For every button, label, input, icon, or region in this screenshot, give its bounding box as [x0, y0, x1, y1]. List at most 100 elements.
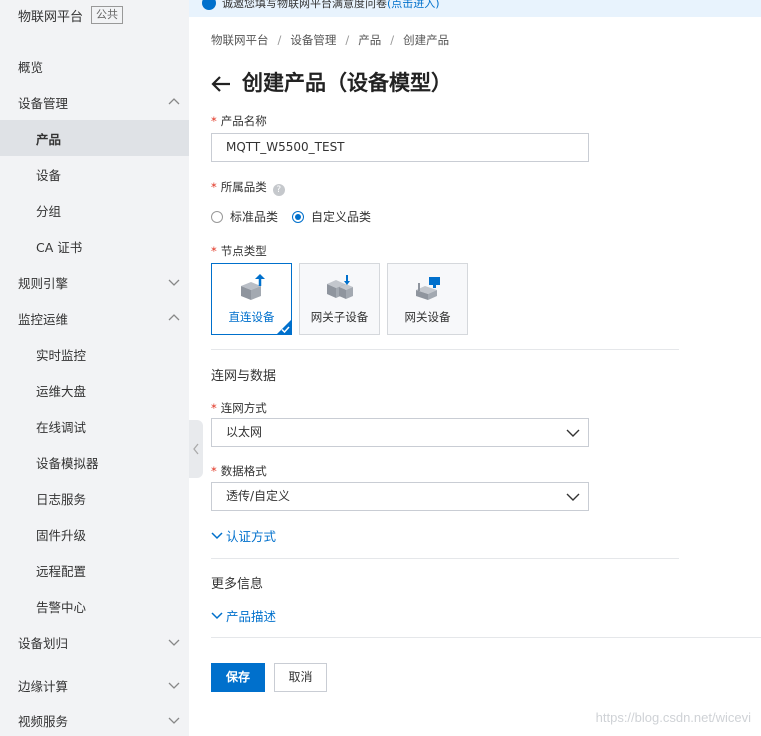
- back-arrow-icon[interactable]: [211, 75, 231, 93]
- sidebar-item-ops-dashboard[interactable]: 运维大盘: [0, 372, 189, 408]
- chevron-down-icon: [168, 682, 180, 689]
- category-label: * 所属品类?: [211, 179, 285, 196]
- label-text: 产品名称: [220, 114, 267, 128]
- platform-tag[interactable]: 公共: [91, 6, 124, 24]
- cancel-button[interactable]: 取消: [274, 663, 327, 692]
- platform-title: 物联网平台: [18, 9, 84, 25]
- sidebar-item-label: 实时监控: [36, 347, 87, 363]
- sidebar-item-label: 日志服务: [36, 491, 87, 507]
- direct-device-icon: [241, 274, 265, 300]
- sidebar-item-video-service[interactable]: 视频服务: [0, 702, 189, 736]
- sidebar-item-label: 设备模拟器: [36, 455, 99, 471]
- breadcrumb: 物联网平台 / 设备管理 / 产品 / 创建产品: [211, 33, 450, 47]
- chevron-down-icon: [168, 717, 180, 724]
- node-type-direct-device[interactable]: 直连设备: [211, 263, 292, 335]
- sidebar-item-device-assignment[interactable]: 设备划归: [0, 624, 189, 660]
- sidebar-item-label: 规则引擎: [18, 275, 69, 291]
- label-text: 所属品类: [220, 180, 267, 194]
- sidebar-item-label: 设备: [36, 167, 62, 183]
- node-type-caption: 网关设备: [404, 310, 451, 324]
- network-method-select[interactable]: 以太网: [211, 418, 589, 447]
- watermark: https://blog.csdn.net/wicevi: [595, 710, 751, 725]
- breadcrumb-item-current: 创建产品: [403, 33, 450, 47]
- radio-standard-category[interactable]: 标准品类: [211, 208, 278, 225]
- chevron-down-icon: [211, 611, 223, 619]
- check-icon: [281, 326, 290, 333]
- node-type-gateway-device[interactable]: 网关设备: [387, 263, 468, 335]
- expander-label: 产品描述: [226, 609, 277, 624]
- section-divider: [211, 349, 679, 350]
- sidebar-item-overview[interactable]: 概览: [0, 48, 189, 84]
- chevron-down-icon: [566, 493, 580, 501]
- sidebar-item-device[interactable]: 设备: [0, 156, 189, 192]
- section-divider: [211, 558, 679, 559]
- chevron-down-icon: [168, 279, 180, 286]
- radio-label: 标准品类: [230, 210, 279, 224]
- breadcrumb-item[interactable]: 产品: [358, 33, 381, 47]
- breadcrumb-item[interactable]: 物联网平台: [211, 33, 269, 47]
- product-description-expander[interactable]: 产品描述: [211, 606, 276, 625]
- radio-custom-category[interactable]: 自定义品类: [292, 208, 371, 225]
- sidebar-item-monitoring[interactable]: 监控运维: [0, 300, 189, 336]
- sidebar-item-product[interactable]: 产品: [0, 120, 189, 156]
- sidebar-item-device-management[interactable]: 设备管理: [0, 84, 189, 120]
- sidebar-item-group[interactable]: 分组: [0, 192, 189, 228]
- radio-label: 自定义品类: [311, 210, 372, 224]
- sidebar-item-firmware-upgrade[interactable]: 固件升级: [0, 516, 189, 552]
- chevron-up-icon: [168, 314, 180, 321]
- sidebar-item-label: 概览: [18, 59, 44, 75]
- sidebar-item-label: 远程配置: [36, 563, 87, 579]
- sidebar: 物联网平台 公共 概览 设备管理 产品 设备 分组 CA 证书 规则引擎 监控运…: [0, 0, 189, 736]
- page-title: 创建产品（设备模型）: [242, 71, 452, 95]
- banner-text: 诚邀您填写物联网平台满意度问卷(点击进入): [222, 0, 440, 11]
- sidebar-item-rule-engine[interactable]: 规则引擎: [0, 264, 189, 300]
- sidebar-item-ca-cert[interactable]: CA 证书: [0, 228, 189, 264]
- sidebar-item-label: 告警中心: [36, 599, 87, 615]
- expander-label: 认证方式: [226, 529, 277, 544]
- sidebar-item-online-debug[interactable]: 在线调试: [0, 408, 189, 444]
- node-type-gateway-subdevice[interactable]: 网关子设备: [299, 263, 380, 335]
- banner-message: 诚邀您填写物联网平台满意度问卷: [222, 0, 387, 10]
- data-format-select[interactable]: 透传/自定义: [211, 482, 589, 511]
- gateway-device-icon: [416, 277, 440, 300]
- sidebar-item-remote-config[interactable]: 远程配置: [0, 552, 189, 588]
- label-text: 数据格式: [220, 464, 267, 478]
- label-text: 连网方式: [220, 401, 267, 415]
- node-type-caption: 网关子设备: [310, 310, 369, 324]
- info-icon: [202, 0, 216, 10]
- sidebar-item-label: 监控运维: [18, 311, 69, 327]
- label-text: 节点类型: [220, 244, 267, 258]
- auth-method-expander[interactable]: 认证方式: [211, 526, 276, 545]
- sidebar-item-realtime-monitor[interactable]: 实时监控: [0, 336, 189, 372]
- sidebar-item-device-simulator[interactable]: 设备模拟器: [0, 444, 189, 480]
- sidebar-item-log-service[interactable]: 日志服务: [0, 480, 189, 516]
- chevron-down-icon: [566, 429, 580, 437]
- platform-header: 物联网平台 公共: [0, 0, 189, 30]
- sidebar-item-label: 运维大盘: [36, 383, 87, 399]
- network-section-title: 连网与数据: [211, 369, 277, 384]
- help-icon[interactable]: ?: [272, 184, 285, 196]
- survey-link[interactable]: (点击进入): [387, 0, 440, 10]
- more-info-title: 更多信息: [211, 577, 264, 592]
- radio-unchecked-icon: [211, 210, 223, 223]
- sidebar-item-label: 边缘计算: [18, 678, 69, 694]
- sidebar-item-label: CA 证书: [36, 239, 83, 255]
- category-radio-group: 标准品类 自定义品类: [211, 208, 385, 225]
- node-type-label: * 节点类型: [211, 244, 267, 258]
- breadcrumb-item[interactable]: 设备管理: [290, 33, 336, 47]
- sidebar-item-label: 产品: [36, 131, 62, 147]
- save-button[interactable]: 保存: [211, 663, 265, 692]
- sidebar-item-label: 在线调试: [36, 419, 87, 435]
- sidebar-item-alert-center[interactable]: 告警中心: [0, 588, 189, 624]
- network-method-label: * 连网方式: [211, 401, 267, 415]
- product-name-input[interactable]: MQTT_W5500_TEST: [211, 133, 589, 162]
- radio-checked-icon: [292, 210, 305, 223]
- chevron-down-icon: [211, 531, 223, 539]
- sidebar-item-label: 固件升级: [36, 527, 87, 543]
- gateway-subdevice-icon: [327, 275, 353, 299]
- select-value: 以太网: [226, 425, 263, 439]
- chevron-up-icon: [168, 98, 180, 105]
- sidebar-item-label: 设备划归: [18, 635, 69, 651]
- data-format-label: * 数据格式: [211, 464, 267, 478]
- sidebar-item-edge-computing[interactable]: 边缘计算: [0, 667, 189, 703]
